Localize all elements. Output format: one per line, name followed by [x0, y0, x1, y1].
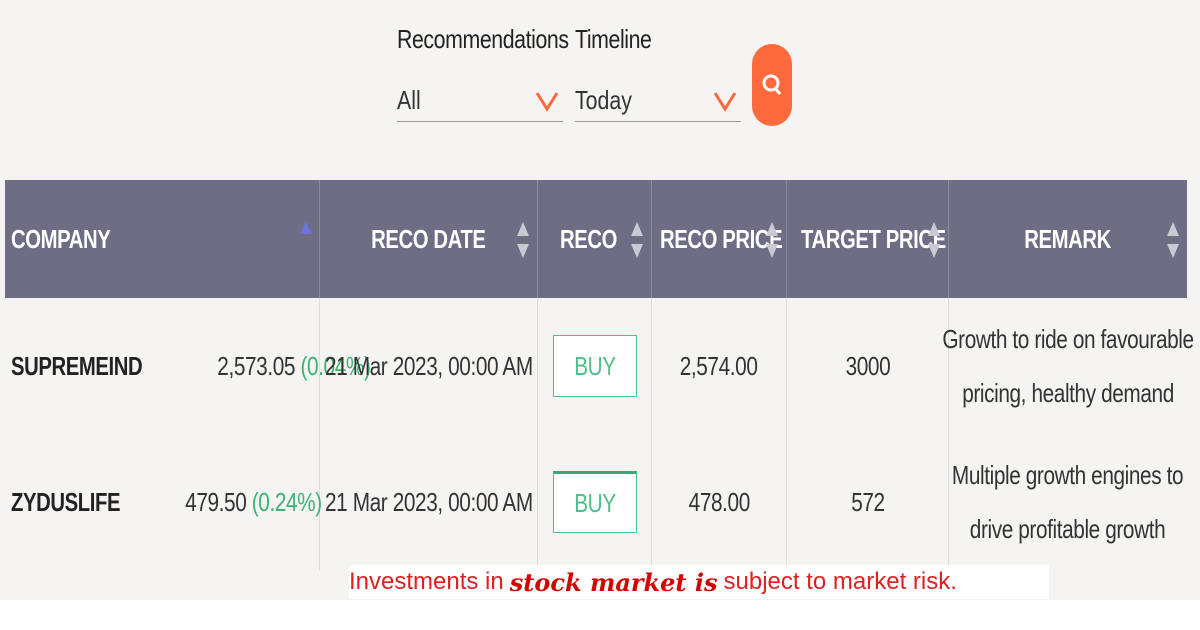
sort-icon	[631, 222, 643, 258]
timeline-value: Today	[575, 85, 632, 115]
reco-price-cell: 478.00	[652, 434, 787, 570]
target-price: 3000	[845, 350, 890, 381]
target-price: 572	[850, 486, 885, 517]
reco-price: 478.00	[688, 486, 750, 517]
buy-button[interactable]: BUY	[552, 335, 637, 397]
col-reco-price[interactable]: RECO PRICE	[652, 180, 787, 298]
table-row: SUPREMEIND 2,573.05 (0.04%) 21 Mar 2023,…	[5, 298, 1194, 434]
sort-icon	[1167, 222, 1179, 258]
reco-cell: BUY	[538, 298, 652, 434]
disclaimer-emphasis: stock market is	[509, 567, 718, 597]
disclaimer: Investments in stock market is subject t…	[349, 565, 1049, 599]
col-remark-label: REMARK	[1024, 223, 1112, 254]
reco-date: 21 Mar 2023, 00:00 AM	[324, 486, 533, 517]
recommendations-select[interactable]: All	[397, 80, 563, 122]
remark-line: drive profitable growth	[970, 514, 1166, 544]
sort-icon	[928, 222, 940, 258]
col-reco[interactable]: RECO	[538, 180, 652, 298]
reco-cell: BUY	[538, 434, 652, 570]
table-header: COMPANY RECO DATE RECO RECO PRICE TARGET…	[5, 180, 1187, 298]
reco-date-cell: 21 Mar 2023, 00:00 AM	[320, 434, 538, 570]
chevron-down-icon	[713, 91, 737, 112]
recommendations-label: Recommendations	[397, 24, 569, 54]
price-value: 479.50	[185, 486, 247, 517]
sort-asc-icon	[300, 222, 312, 234]
remark-line: Multiple growth engines to	[952, 460, 1184, 490]
remark-cell: Multiple growth engines to drive profita…	[949, 434, 1187, 570]
reco-date: 21 Mar 2023, 00:00 AM	[324, 350, 533, 381]
disclaimer-suffix: subject to market risk.	[723, 568, 957, 595]
price-change: (0.24%)	[251, 486, 322, 517]
buy-button[interactable]: BUY	[552, 471, 637, 533]
col-reco-date[interactable]: RECO DATE	[320, 180, 538, 298]
footer-background	[0, 600, 1200, 630]
buy-label: BUY	[573, 487, 616, 518]
reco-date-cell: 21 Mar 2023, 00:00 AM	[320, 298, 538, 434]
disclaimer-prefix: Investments in	[349, 568, 504, 595]
chevron-down-icon	[535, 91, 559, 112]
reco-price-cell: 2,574.00	[652, 298, 787, 434]
col-company-label: COMPANY	[11, 223, 111, 254]
col-target-price-label: TARGET PRICE	[801, 223, 946, 254]
remark-line: pricing, healthy demand	[962, 378, 1174, 408]
col-reco-price-label: RECO PRICE	[660, 223, 783, 254]
filters-bar: Recommendations All Timeline Today	[397, 24, 753, 122]
reco-price: 2,574.00	[680, 350, 758, 381]
col-reco-date-label: RECO DATE	[371, 223, 486, 254]
company-cell: SUPREMEIND 2,573.05 (0.04%)	[5, 298, 371, 434]
timeline-filter: Timeline Today	[575, 24, 741, 122]
recommendations-filter: Recommendations All	[397, 24, 569, 122]
company-cell: ZYDUSLIFE 479.50 (0.24%)	[5, 434, 322, 570]
sort-icon	[517, 222, 529, 258]
buy-label: BUY	[573, 350, 616, 381]
table-body: SUPREMEIND 2,573.05 (0.04%) 21 Mar 2023,…	[5, 298, 1194, 570]
recommendations-table: COMPANY RECO DATE RECO RECO PRICE TARGET…	[5, 180, 1194, 570]
search-icon	[762, 74, 782, 95]
recommendations-value: All	[397, 85, 421, 115]
company-name[interactable]: ZYDUSLIFE	[11, 487, 121, 518]
remark-line: Growth to ride on favourable	[942, 324, 1194, 354]
col-target-price[interactable]: TARGET PRICE	[787, 180, 949, 298]
timeline-select[interactable]: Today	[575, 80, 741, 122]
col-remark[interactable]: REMARK	[949, 180, 1187, 298]
timeline-label: Timeline	[575, 24, 652, 54]
company-name[interactable]: SUPREMEIND	[11, 351, 143, 382]
col-reco-label: RECO	[560, 223, 618, 254]
table-row: ZYDUSLIFE 479.50 (0.24%) 21 Mar 2023, 00…	[5, 434, 1187, 570]
company-price: 479.50 (0.24%)	[185, 487, 322, 518]
search-button[interactable]	[752, 44, 792, 126]
sort-icon	[766, 222, 778, 258]
remark-cell: Growth to ride on favourable pricing, he…	[942, 298, 1194, 434]
col-company[interactable]: COMPANY	[5, 180, 320, 298]
price-value: 2,573.05	[217, 350, 296, 381]
